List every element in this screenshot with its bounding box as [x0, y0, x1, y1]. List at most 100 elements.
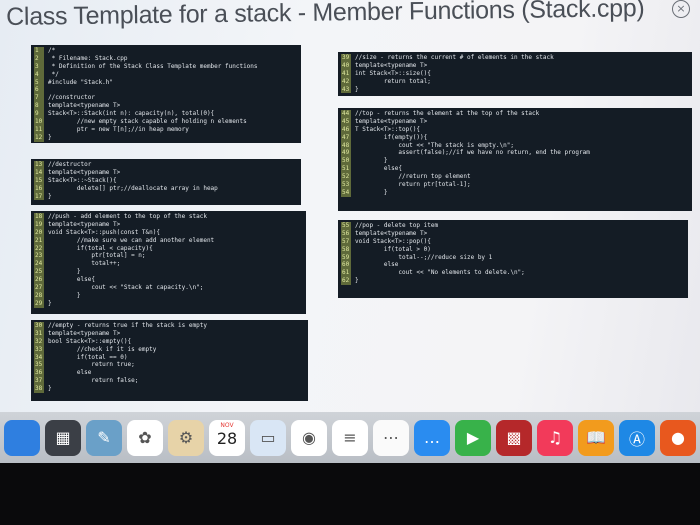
finder-icon[interactable] — [4, 419, 40, 456]
code-text: if(total > 0) — [355, 245, 431, 253]
dock-glyph: ▦ — [55, 428, 71, 447]
launchpad-icon[interactable]: ▦ — [45, 419, 81, 456]
line-number: 46 — [341, 125, 351, 134]
line-number: 52 — [341, 173, 351, 182]
line-number: 61 — [341, 269, 351, 278]
dock-glyph: ▶ — [466, 428, 480, 447]
code-line: 3 * Definition of the Stack Class Templa… — [34, 62, 297, 71]
close-icon[interactable]: × — [672, 0, 690, 18]
code-line: 15 Stack<T>::~Stack(){ — [34, 176, 297, 185]
line-number: 44 — [341, 110, 351, 118]
code-line: 32 bool Stack<T>::empty(){ — [34, 337, 304, 346]
code-text: #include "Stack.h" — [48, 78, 114, 86]
code-text: } — [355, 85, 359, 93]
music-icon[interactable]: ♫ — [537, 419, 573, 456]
code-line: 18 //push - add element to the top of the… — [34, 213, 302, 221]
code-text: } — [355, 277, 359, 285]
code-text: //pop - delete top item — [355, 222, 439, 229]
line-number: 56 — [341, 229, 351, 238]
line-number: 45 — [341, 117, 351, 126]
dock-glyph: ⋯ — [383, 428, 399, 447]
chrome-icon[interactable]: ◉ — [291, 419, 327, 456]
line-number: 30 — [34, 322, 44, 330]
code-line: 57 void Stack<T>::pop(){ — [341, 237, 684, 246]
code-line: 23 ptr[total] = n; — [34, 252, 302, 261]
app-store-icon[interactable]: Ⓐ — [619, 419, 655, 456]
preview-icon[interactable]: ✎ — [86, 419, 122, 456]
dock-glyph: ⚙ — [178, 428, 194, 447]
line-number: 53 — [341, 181, 351, 189]
code-line: 41 int Stack<T>::size(){ — [341, 69, 688, 78]
line-number: 37 — [34, 377, 44, 386]
code-line: 2 * Filename: Stack.cpp — [34, 54, 297, 63]
line-number: 8 — [34, 102, 44, 111]
code-block-size: 39 //size - returns the current # of elem… — [338, 52, 692, 96]
line-number: 6 — [34, 86, 44, 95]
code-line: 37 return false; — [34, 377, 304, 386]
code-text: //return top element — [355, 173, 471, 181]
code-line: 5 #include "Stack.h" — [34, 78, 297, 87]
books-icon[interactable]: 📖 — [578, 419, 614, 456]
dock-glyph: ▭ — [260, 428, 276, 447]
line-number: 3 — [34, 62, 44, 71]
code-text: void Stack<T>::pop(){ — [355, 237, 431, 245]
keynote-icon[interactable]: ▭ — [250, 419, 286, 456]
code-line: 53 return ptr[total-1]; — [341, 181, 688, 189]
code-text: } — [355, 157, 388, 165]
code-text: delete[] ptr;//deallocate array in heap — [48, 184, 218, 192]
code-text: T Stack<T>::top(){ — [355, 125, 421, 133]
dock-glyph: 📖 — [586, 428, 606, 447]
code-text: //top - returns the element at the top o… — [355, 110, 540, 117]
line-number: 9 — [34, 110, 44, 119]
code-line: 58 if(total > 0) — [341, 245, 684, 254]
code-text: total--;//reduce size by 1 — [355, 253, 493, 261]
code-line: 47 if(empty()){ — [341, 133, 688, 142]
code-line: 52 //return top element — [341, 173, 688, 182]
code-line: 14 template<typename T> — [34, 168, 297, 177]
line-number: 13 — [34, 161, 44, 169]
line-number: 27 — [34, 284, 44, 292]
code-line: 30 //empty - returns true if the stack is… — [34, 322, 304, 330]
firefox-icon[interactable]: ● — [660, 419, 696, 456]
line-number: 2 — [34, 54, 44, 63]
code-line: 59 total--;//reduce size by 1 — [341, 253, 684, 262]
code-line: 56 template<typename T> — [341, 229, 684, 238]
code-text: else{ — [48, 276, 95, 284]
line-number: 34 — [34, 353, 44, 362]
code-text: //new empty stack capable of holding n e… — [48, 118, 247, 126]
photos-icon[interactable]: ✿ — [127, 419, 163, 456]
line-number: 41 — [341, 69, 351, 78]
code-text: return true; — [48, 361, 135, 369]
code-text: void Stack<T>::push(const T&n){ — [48, 228, 160, 236]
line-number: 18 — [34, 213, 44, 221]
line-number: 11 — [34, 125, 44, 134]
code-line: 55 //pop - delete top item — [341, 222, 684, 230]
notes-icon[interactable]: ≡ — [332, 419, 368, 456]
code-text: template<typename T> — [355, 229, 428, 237]
code-text: //empty - returns true if the stack is e… — [48, 322, 207, 329]
code-block-push: 18 //push - add element to the top of the… — [31, 211, 306, 314]
code-line: 1 /* — [34, 47, 297, 55]
code-line: 19 template<typename T> — [34, 220, 302, 229]
code-text: cout << "The stack is empty.\n"; — [355, 141, 514, 149]
code-text: else — [355, 261, 399, 269]
line-number: 43 — [341, 85, 351, 94]
line-number: 55 — [341, 222, 351, 230]
code-line: 26 else{ — [34, 276, 302, 285]
facetime-icon[interactable]: ▶ — [455, 419, 491, 456]
code-text: //size - returns the current # of elemen… — [355, 54, 554, 61]
reminders-icon[interactable]: ⋯ — [373, 419, 409, 456]
app-store-alt-icon[interactable]: ⚙ — [168, 419, 204, 456]
line-number: 20 — [34, 228, 44, 237]
photo-booth-icon[interactable]: ▩ — [496, 419, 532, 456]
messages-icon[interactable]: … — [414, 419, 450, 456]
code-line: 17} — [34, 192, 297, 201]
calendar-icon[interactable]: NOV 28 — [209, 419, 245, 456]
code-text: * Definition of the Stack Class Template… — [48, 62, 258, 70]
code-block-pop: 55 //pop - delete top item 56 template<type… — [338, 220, 688, 298]
code-line: 8 template<typename T> — [34, 102, 297, 111]
line-number: 14 — [34, 168, 44, 177]
code-text: template<typename T> — [355, 61, 428, 69]
dock-glyph: ≡ — [343, 428, 357, 447]
calendar-day: 28 — [216, 428, 238, 448]
